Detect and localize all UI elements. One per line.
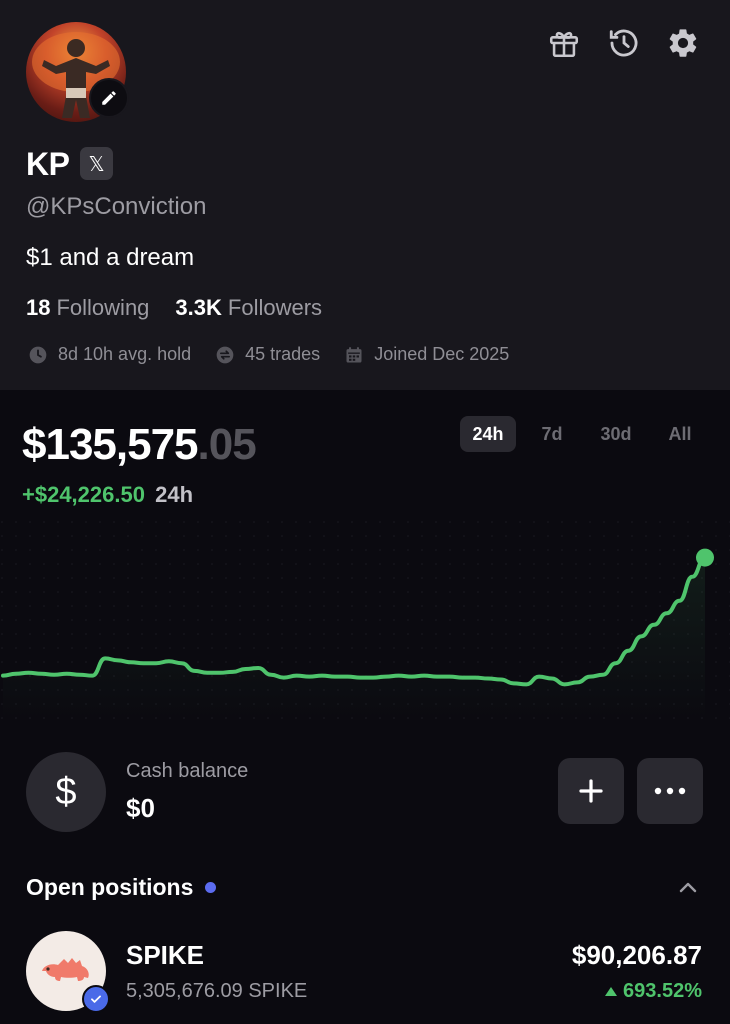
portfolio-value-cents: .05 xyxy=(197,420,257,469)
history-button[interactable] xyxy=(605,24,643,62)
x-link-icon[interactable]: 𝕏 xyxy=(80,147,113,180)
range-tab-30d[interactable]: 30d xyxy=(588,416,644,452)
up-triangle-icon xyxy=(605,987,618,996)
history-icon xyxy=(609,29,638,57)
cash-balance-label: Cash balance xyxy=(126,760,249,782)
add-cash-button[interactable]: + xyxy=(558,758,624,824)
range-tab-7d[interactable]: 7d xyxy=(524,416,580,452)
live-dot xyxy=(205,882,217,893)
settings-button[interactable] xyxy=(664,24,702,62)
time-range-selector: 24h 7d 30d All xyxy=(460,416,708,452)
pencil-icon xyxy=(102,91,116,105)
dinosaur-icon xyxy=(42,958,89,981)
portfolio-value: $135,575.05 xyxy=(22,420,257,470)
portfolio-change-period: 24h xyxy=(155,482,194,507)
chevron-up-icon xyxy=(679,882,697,893)
portfolio-change: +$24,226.50 24h xyxy=(22,482,193,508)
portfolio-chart xyxy=(0,520,730,720)
following-count: 18 xyxy=(26,295,51,320)
portfolio-change-amount: +$24,226.50 xyxy=(22,482,145,507)
gear-icon xyxy=(669,29,697,57)
profile-name: KP xyxy=(26,146,70,182)
followers-label: Followers xyxy=(227,295,323,320)
range-tab-all[interactable]: All xyxy=(652,416,708,452)
checkmark-icon xyxy=(91,995,101,1003)
portfolio-value-main: $135,575 xyxy=(22,420,199,469)
follow-counts: 18 Following 3.3K Followers xyxy=(26,295,322,321)
verified-badge-icon xyxy=(82,985,110,1013)
more-options-button[interactable]: ••• xyxy=(637,758,703,824)
stat-trades: 45 trades xyxy=(215,344,320,365)
stat-joined: Joined Dec 2025 xyxy=(344,344,509,365)
gift-button[interactable] xyxy=(545,24,583,62)
edit-avatar-button[interactable] xyxy=(89,78,129,118)
calendar-icon xyxy=(346,346,362,362)
followers-count: 3.3K xyxy=(175,295,222,320)
stat-avg-hold: 8d 10h avg. hold xyxy=(28,344,191,365)
profile-stats: 8d 10h avg. hold 45 trades Joined Dec 20… xyxy=(28,344,533,365)
position-value: $90,206.87 xyxy=(571,940,702,970)
position-change: 693.52% xyxy=(605,980,702,1003)
open-positions-label: Open positions xyxy=(26,874,194,900)
gift-icon xyxy=(549,31,579,58)
clock-icon xyxy=(29,346,47,363)
chart-current-point[interactable] xyxy=(696,548,714,567)
following-label: Following xyxy=(56,295,150,320)
followers-link[interactable]: 3.3K Followers xyxy=(175,295,322,321)
profile-bio: $1 and a dream xyxy=(26,244,195,271)
swap-icon xyxy=(216,346,234,363)
following-link[interactable]: 18 Following xyxy=(26,295,149,321)
more-dots-icon xyxy=(654,787,686,795)
plus-icon xyxy=(579,779,603,803)
position-quantity: 5,305,676.09 SPIKE xyxy=(126,980,308,1002)
collapse-positions-button[interactable] xyxy=(676,876,700,905)
range-tab-24h[interactable]: 24h xyxy=(460,416,516,452)
profile-header: KP 𝕏 @KPsConviction $1 and a dream 18 Fol… xyxy=(0,0,730,390)
stat-avg-hold-text: 8d 10h avg. hold xyxy=(58,344,192,364)
stat-joined-text: Joined Dec 2025 xyxy=(374,344,510,364)
profile-handle: @KPsConviction xyxy=(26,193,207,220)
position-name: SPIKE xyxy=(126,940,205,970)
position-change-percent: 693.52% xyxy=(623,980,702,1002)
cash-icon: $ xyxy=(26,752,106,832)
stat-trades-text: 45 trades xyxy=(245,344,321,364)
cash-balance-value: $0 xyxy=(126,793,155,823)
open-positions-title: Open positions xyxy=(26,874,217,901)
